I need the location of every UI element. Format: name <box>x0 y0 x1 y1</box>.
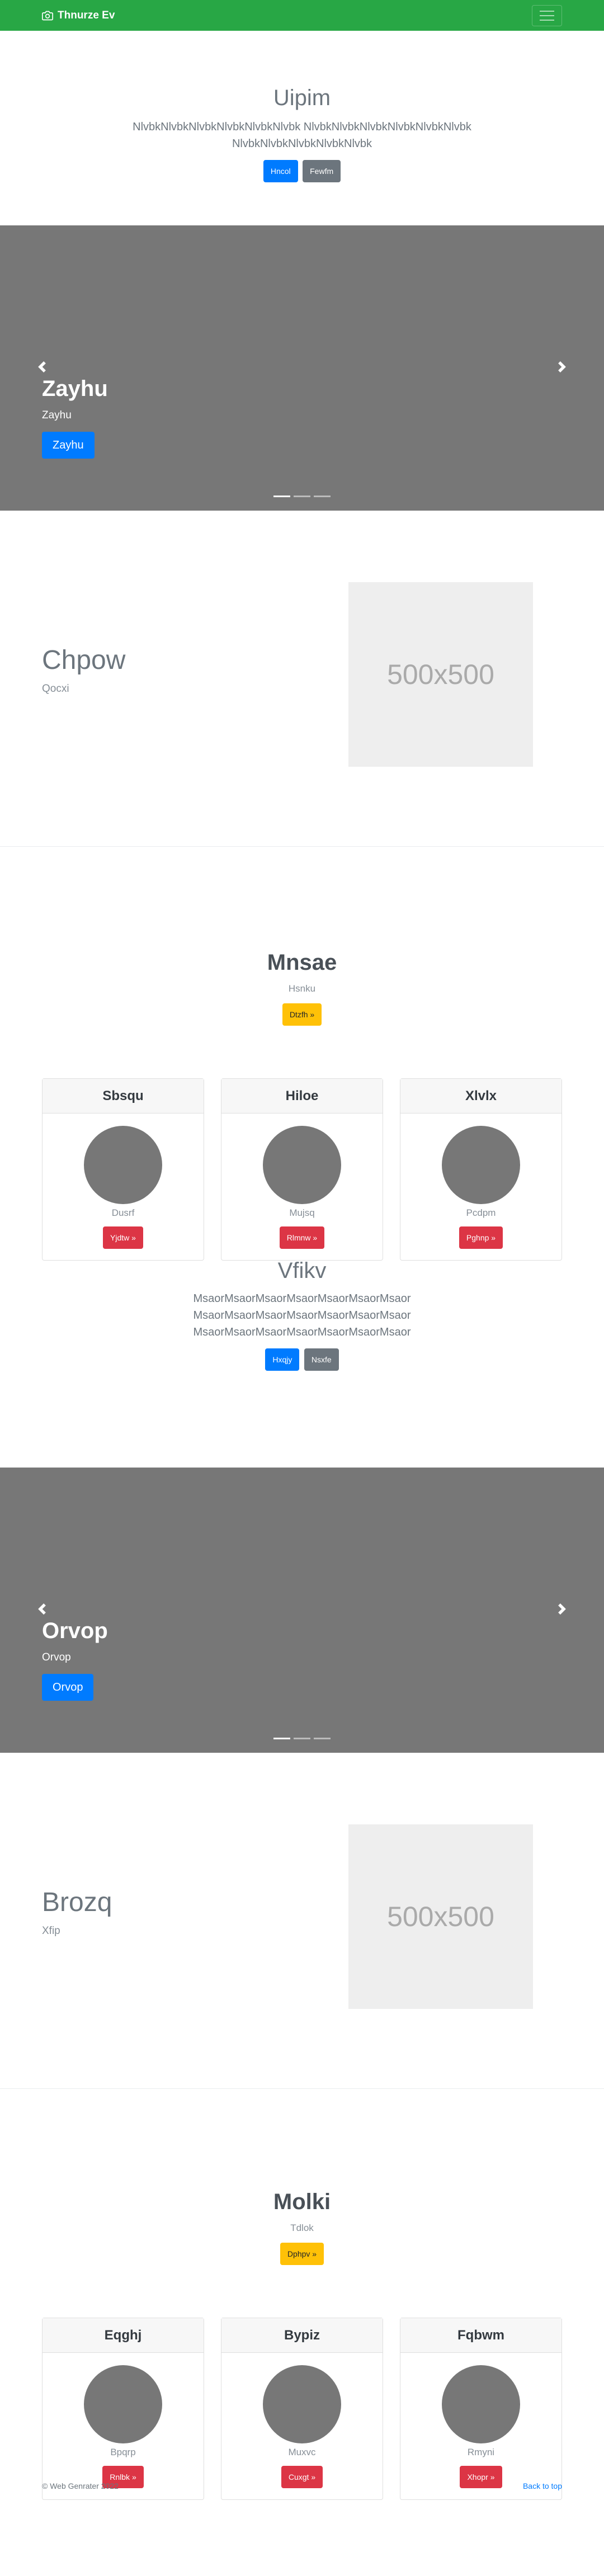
carousel: Zayhu Zayhu Zayhu <box>0 225 604 511</box>
avatar-placeholder <box>442 1126 520 1204</box>
carousel-next-button[interactable] <box>520 225 604 511</box>
pricing-section: Mnsae Hsnku Dtzfh » Sbsqu Dusrf Yjdtw » … <box>0 847 604 1261</box>
carousel-indicators <box>0 496 604 497</box>
intro-lead: NlvbkNlvbkNlvbkNlvbkNlvbkNlvbk NlvbkNlvb… <box>133 121 471 150</box>
card-deck: Eqghj Bpqrp Rnlbk » Bypiz Muxvc Cuxgt » … <box>42 2318 562 2500</box>
intro-title: Uipim <box>273 86 331 110</box>
card-header: Hiloe <box>221 1079 383 1114</box>
pricing-section: Molki Tdlok Dphpv » Eqghj Bpqrp Rnlbk » … <box>0 2089 604 2500</box>
navbar-toggler[interactable] <box>532 4 562 26</box>
intro-secondary-button[interactable]: Nsxfe <box>304 1348 339 1371</box>
carousel-caption: Zayhu Zayhu Zayhu <box>42 376 108 459</box>
intro-primary-button[interactable]: Hncol <box>263 160 298 182</box>
card-text: Bpqrp <box>110 2447 136 2457</box>
feature-title: Chpow <box>42 645 126 675</box>
carousel-indicator[interactable] <box>273 496 290 497</box>
navbar: Thnurze Ev <box>0 0 604 31</box>
card-text: Mujsq <box>289 1207 315 1218</box>
avatar-placeholder <box>84 1126 162 1204</box>
carousel-indicator[interactable] <box>314 496 331 497</box>
carousel-indicator[interactable] <box>314 1738 331 1739</box>
feature-section: Brozq Xfip 500x500 <box>0 1753 604 2088</box>
carousel-indicator[interactable] <box>294 1738 310 1739</box>
avatar-placeholder <box>442 2365 520 2443</box>
pricing-title: Mnsae <box>267 950 337 975</box>
chevron-right-icon <box>556 361 568 375</box>
feature-subtitle: Qocxi <box>42 683 69 695</box>
avatar-placeholder <box>263 1126 341 1204</box>
avatar-placeholder <box>263 2365 341 2443</box>
hamburger-icon <box>540 10 554 12</box>
carousel-caption: Orvop Orvop Orvop <box>42 1619 108 1701</box>
pricing-header: Molki Tdlok Dphpv » <box>0 2190 604 2265</box>
footer-copyright: © Web Genrater 2022 <box>42 2481 119 2490</box>
back-to-top-link[interactable]: Back to top <box>523 2481 562 2490</box>
pricing-cta-button[interactable]: Dtzfh » <box>282 1003 322 1026</box>
chevron-right-icon <box>556 1603 568 1617</box>
carousel-next-button[interactable] <box>520 1468 604 1753</box>
carousel-title: Orvop <box>42 1619 108 1643</box>
pricing-subtitle: Hsnku <box>288 983 316 994</box>
card-header: Eqghj <box>43 2318 204 2353</box>
feature-image-placeholder: 500x500 <box>348 1824 533 2009</box>
card-header: Xlvlx <box>400 1079 561 1114</box>
avatar-placeholder <box>84 2365 162 2443</box>
intro-section: Uipim NlvbkNlvbkNlvbkNlvbkNlvbkNlvbk Nlv… <box>0 31 604 195</box>
feature-title: Brozq <box>42 1888 112 1917</box>
pricing-cta-button[interactable]: Dphpv » <box>280 2243 324 2265</box>
carousel-text: Orvop <box>42 1652 71 1663</box>
pricing-title: Molki <box>273 2190 331 2214</box>
intro-actions: Hxqjy Nsxfe <box>0 1348 604 1371</box>
card-header: Sbsqu <box>43 1079 204 1114</box>
intro-primary-button[interactable]: Hxqjy <box>265 1348 300 1371</box>
carousel-indicator[interactable] <box>273 1738 290 1739</box>
card: Sbsqu Dusrf Yjdtw » <box>42 1078 204 1261</box>
card: Hiloe Mujsq Rlmnw » <box>221 1078 383 1261</box>
pricing-header: Mnsae Hsnku Dtzfh » <box>0 950 604 1026</box>
card: Eqghj Bpqrp Rnlbk » <box>42 2318 204 2500</box>
card-text: Dusrf <box>111 1207 135 1218</box>
card-text: Pcdpm <box>466 1207 496 1218</box>
feature-section: Chpow Qocxi 500x500 <box>0 511 604 846</box>
card-text: Muxvc <box>288 2447 316 2457</box>
carousel-indicators <box>0 1738 604 1739</box>
card: Bypiz Muxvc Cuxgt » <box>221 2318 383 2500</box>
carousel-cta-button[interactable]: Orvop <box>42 1674 94 1701</box>
intro-section: Vfikv MsaorMsaorMsaorMsaorMsaorMsaorMsao… <box>0 1258 604 1468</box>
navbar-brand[interactable]: Thnurze Ev <box>42 10 115 22</box>
card-button[interactable]: Rlmnw » <box>279 1226 325 1249</box>
feature-subtitle: Xfip <box>42 1925 60 1937</box>
carousel-title: Zayhu <box>42 376 108 401</box>
camera-icon <box>42 10 53 21</box>
card-header: Fqbwm <box>400 2318 561 2353</box>
pricing-subtitle: Tdlok <box>290 2223 314 2233</box>
card-header: Bypiz <box>221 2318 383 2353</box>
carousel-text: Zayhu <box>42 409 72 421</box>
card-deck: Sbsqu Dusrf Yjdtw » Hiloe Mujsq Rlmnw » … <box>42 1078 562 1261</box>
carousel-cta-button[interactable]: Zayhu <box>42 432 95 459</box>
intro-secondary-button[interactable]: Fewfm <box>303 160 341 182</box>
card-text: Rmyni <box>467 2447 495 2457</box>
card: Fqbwm Rmyni Xhopr » <box>400 2318 562 2500</box>
carousel: Orvop Orvop Orvop <box>0 1468 604 1753</box>
card-button[interactable]: Yjdtw » <box>103 1226 143 1249</box>
footer: © Web Genrater 2022 Back to top <box>0 2476 604 2496</box>
card-button[interactable]: Pghnp » <box>459 1226 503 1249</box>
intro-lead: MsaorMsaorMsaorMsaorMsaorMsaorMsaor Msao… <box>193 1292 411 1338</box>
card: Xlvlx Pcdpm Pghnp » <box>400 1078 562 1261</box>
carousel-indicator[interactable] <box>294 496 310 497</box>
intro-title: Vfikv <box>277 1258 327 1283</box>
feature-image-placeholder: 500x500 <box>348 582 533 767</box>
intro-actions: Hncol Fewfm <box>0 160 604 182</box>
brand-label: Thnurze Ev <box>58 9 115 21</box>
